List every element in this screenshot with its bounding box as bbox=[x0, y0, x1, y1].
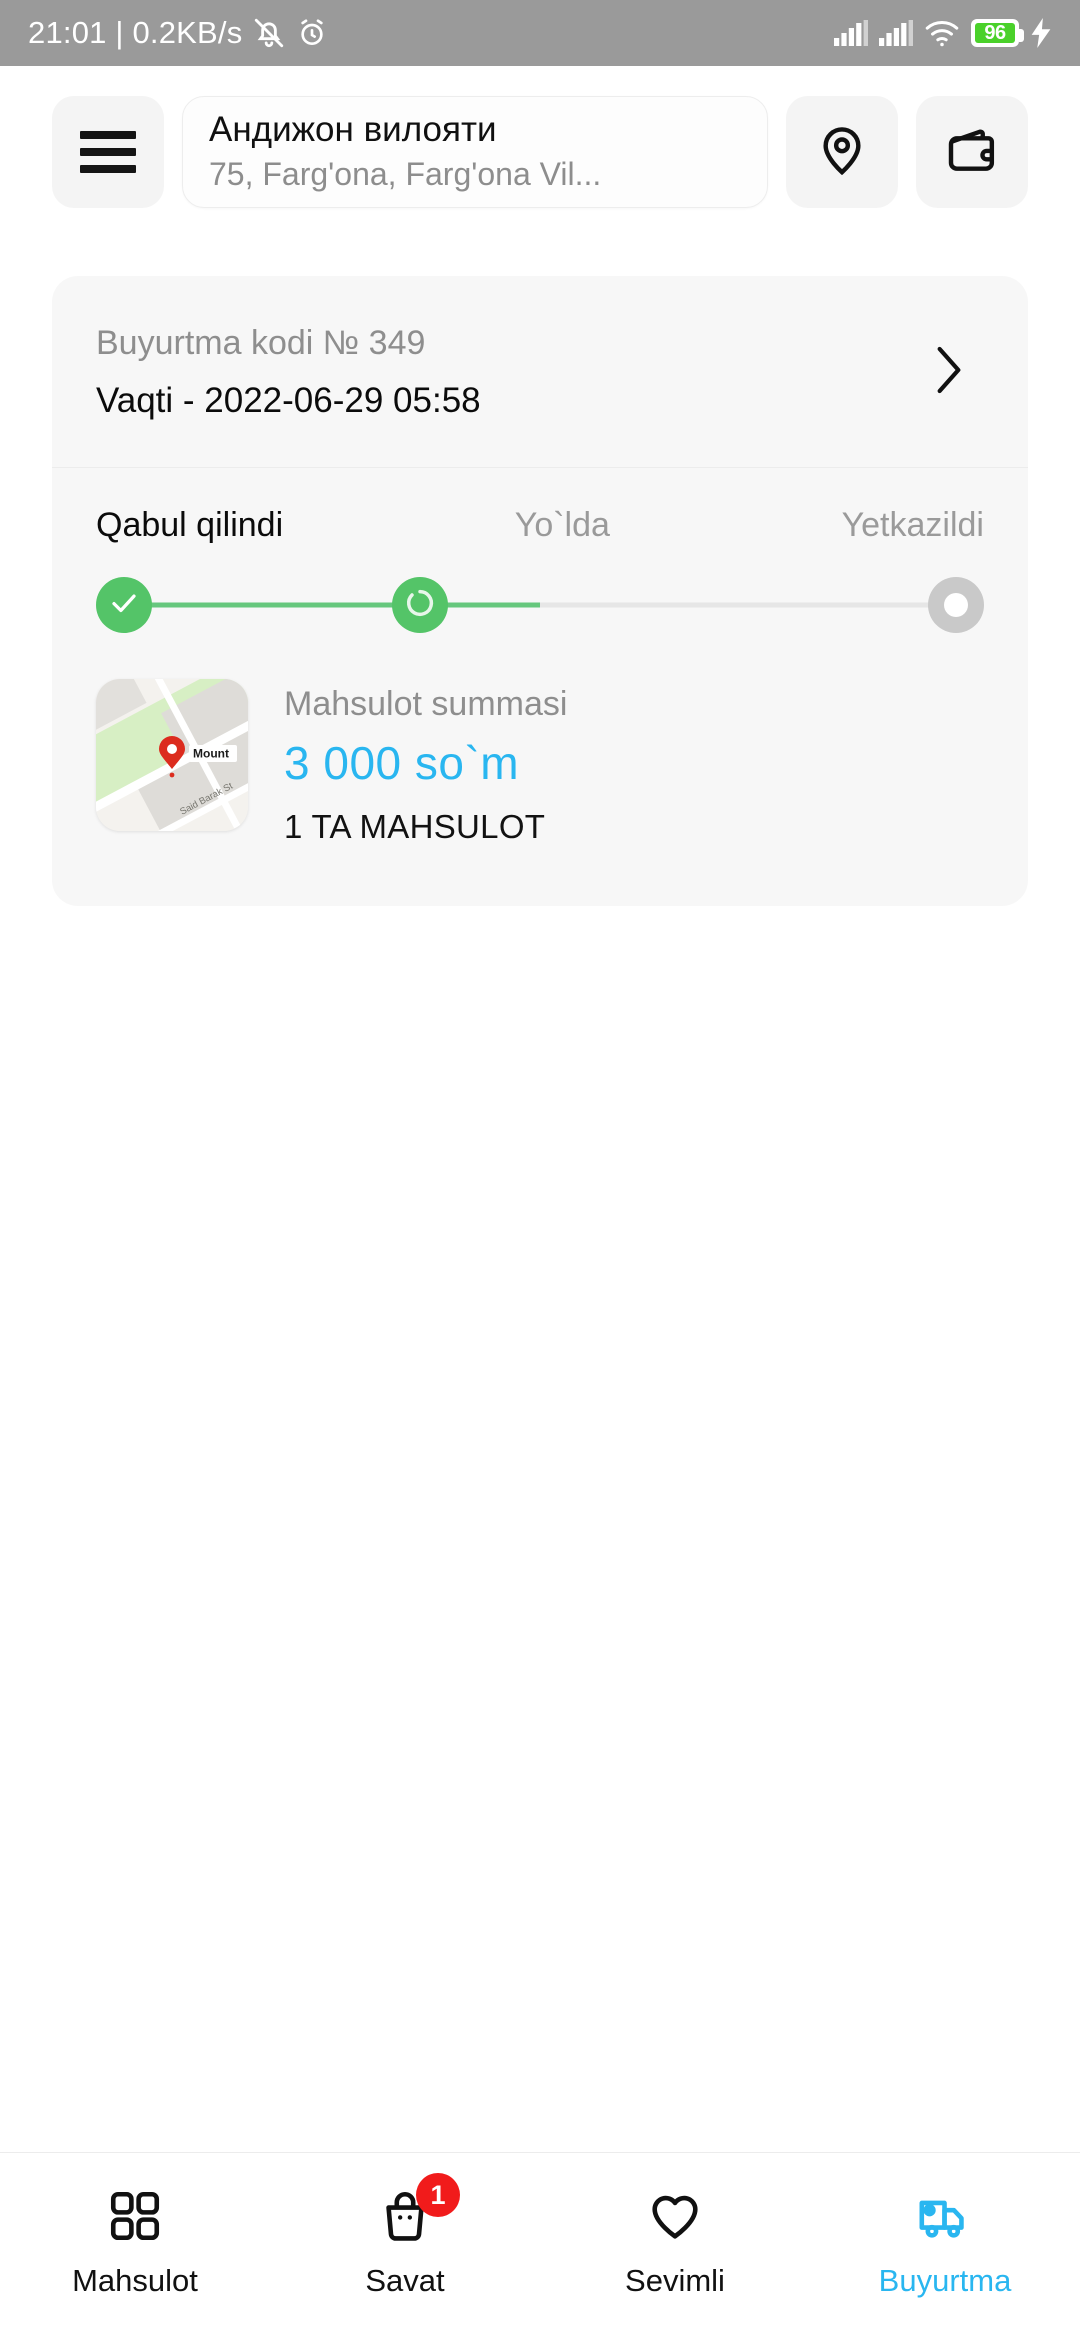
signal-bars-icon bbox=[879, 20, 913, 46]
nav-item-mahsulot[interactable]: Mahsulot bbox=[0, 2185, 270, 2299]
step-dot-on-the-way bbox=[392, 577, 448, 633]
status-clock: 21:01 | 0.2KB/s bbox=[28, 15, 243, 50]
battery-indicator: 96 bbox=[971, 19, 1024, 47]
map-thumbnail[interactable]: 1 Mount Said Barak St bbox=[96, 679, 248, 831]
alarm-clock-icon bbox=[296, 17, 328, 49]
stepper-line-empty bbox=[540, 602, 956, 608]
location-button[interactable] bbox=[786, 96, 898, 208]
app-header: Андижон вилояти 75, Farg'ona, Farg'ona V… bbox=[0, 66, 1080, 208]
shopping-bag-icon: 1 bbox=[376, 2173, 460, 2247]
order-status-stepper: Qabul qilindi Yo`lda Yetkazildi bbox=[52, 468, 1028, 663]
nav-label-sevimli: Sevimli bbox=[625, 2263, 725, 2298]
status-bar-left: 21:01 | 0.2KB/s bbox=[28, 15, 328, 51]
summary-text: Mahsulot summasi 3 000 so`m 1 TA MAHSULO… bbox=[284, 679, 567, 846]
order-header-text: Buyurtma kodi № 349 Vaqti - 2022-06-29 0… bbox=[96, 324, 481, 421]
order-summary: 1 Mount Said Barak St Mahsulot summasi 3… bbox=[52, 663, 1028, 906]
nav-label-savat: Savat bbox=[365, 2263, 445, 2298]
step-label-delivered: Yetkazildi bbox=[841, 506, 984, 544]
status-bar-right: 96 bbox=[834, 18, 1052, 48]
cart-badge: 1 bbox=[416, 2173, 460, 2217]
nav-item-savat[interactable]: 1 Savat bbox=[270, 2173, 540, 2299]
spinner-icon bbox=[404, 587, 436, 624]
wallet-button[interactable] bbox=[916, 96, 1028, 208]
stepper-line-filled bbox=[124, 602, 540, 608]
stepper-labels: Qabul qilindi Yo`lda Yetkazildi bbox=[96, 506, 984, 545]
nav-item-buyurtma[interactable]: Buyurtma bbox=[810, 2185, 1080, 2299]
step-label-accepted: Qabul qilindi bbox=[96, 506, 284, 544]
grid-icon bbox=[106, 2185, 164, 2247]
heart-icon bbox=[646, 2185, 704, 2247]
nav-label-mahsulot: Mahsulot bbox=[72, 2263, 198, 2298]
order-card[interactable]: Buyurtma kodi № 349 Vaqti - 2022-06-29 0… bbox=[52, 276, 1028, 906]
stepper-track bbox=[96, 577, 984, 633]
charging-bolt-icon bbox=[1030, 18, 1052, 48]
hamburger-menu-icon bbox=[80, 131, 136, 173]
address-title: Андижон вилояти bbox=[209, 109, 497, 149]
signal-bars-icon bbox=[834, 20, 868, 46]
address-subtitle: 75, Farg'ona, Farg'ona Vil... bbox=[209, 156, 602, 193]
order-card-header[interactable]: Buyurtma kodi № 349 Vaqti - 2022-06-29 0… bbox=[52, 276, 1028, 468]
step-label-on-the-way: Yo`lda bbox=[514, 506, 610, 544]
wallet-icon bbox=[944, 122, 1000, 183]
address-selector[interactable]: Андижон вилояти 75, Farg'ona, Farg'ona V… bbox=[182, 96, 768, 208]
order-time: Vaqti - 2022-06-29 05:58 bbox=[96, 381, 481, 420]
nav-label-buyurtma: Buyurtma bbox=[878, 2263, 1012, 2298]
summary-item-count: 1 TA MAHSULOT bbox=[284, 808, 546, 845]
location-pin-icon bbox=[814, 122, 870, 183]
chevron-right-icon[interactable] bbox=[932, 342, 966, 403]
nav-item-sevimli[interactable]: Sevimli bbox=[540, 2185, 810, 2299]
hamburger-menu-button[interactable] bbox=[52, 96, 164, 208]
bell-muted-icon bbox=[252, 16, 286, 50]
step-dot-accepted bbox=[96, 577, 152, 633]
map-place-label: Mount bbox=[193, 747, 229, 761]
order-code: Buyurtma kodi № 349 bbox=[96, 324, 426, 362]
status-bar: 21:01 | 0.2KB/s 96 bbox=[0, 0, 1080, 66]
summary-price: 3 000 so`m bbox=[284, 737, 520, 789]
check-icon bbox=[109, 588, 139, 623]
bottom-navigation: Mahsulot 1 Savat Sevimli Buyurtma bbox=[0, 2152, 1080, 2340]
wifi-icon bbox=[924, 19, 960, 47]
delivery-truck-icon bbox=[916, 2185, 974, 2247]
battery-level: 96 bbox=[984, 21, 1006, 44]
step-dot-delivered bbox=[928, 577, 984, 633]
summary-title: Mahsulot summasi bbox=[284, 685, 568, 723]
